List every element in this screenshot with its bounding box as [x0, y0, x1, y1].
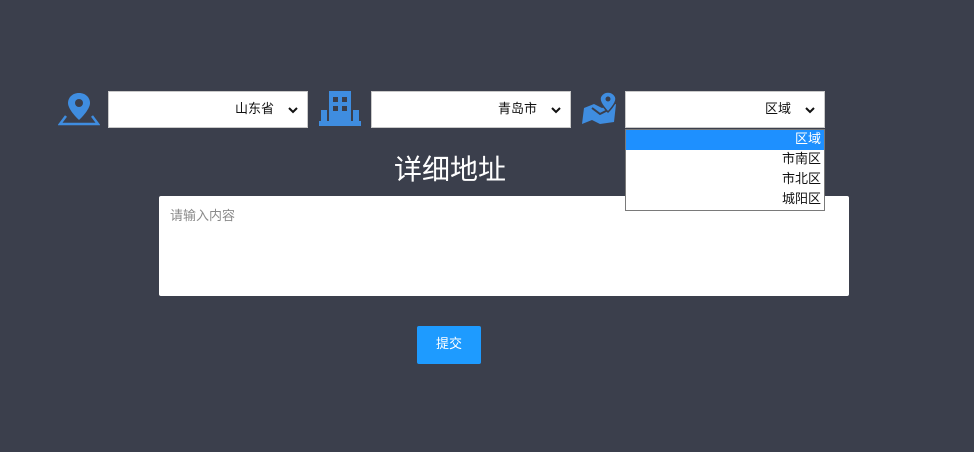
address-form: 山东省 青岛市 区域 详细地址 请输入内容 提交 区域 市南区 市北区 城阳区: [0, 0, 974, 452]
city-select-value: 青岛市: [497, 102, 537, 117]
detail-address-title: 详细地址: [393, 153, 506, 186]
district-option[interactable]: 市南区: [626, 150, 824, 170]
district-option[interactable]: 城阳区: [626, 190, 824, 210]
city-select[interactable]: 青岛市: [371, 91, 571, 128]
chevron-down-icon: [288, 107, 298, 114]
province-select[interactable]: 山东省: [108, 91, 308, 128]
chevron-down-icon: [805, 107, 815, 114]
district-select-value: 区域: [764, 102, 791, 117]
district-select[interactable]: 区域: [625, 91, 825, 128]
building-icon: [319, 91, 361, 126]
district-dropdown-list: 区域 市南区 市北区 城阳区: [625, 129, 825, 211]
map-pin-icon: [58, 93, 100, 126]
district-option[interactable]: 区域: [626, 130, 824, 150]
map-area-icon: [582, 91, 617, 124]
province-select-value: 山东省: [234, 102, 274, 117]
detail-address-placeholder: 请输入内容: [170, 209, 236, 224]
submit-button[interactable]: 提交: [417, 326, 481, 364]
district-option[interactable]: 市北区: [626, 170, 824, 190]
detail-address-input[interactable]: 请输入内容: [159, 196, 849, 296]
chevron-down-icon: [551, 107, 561, 114]
